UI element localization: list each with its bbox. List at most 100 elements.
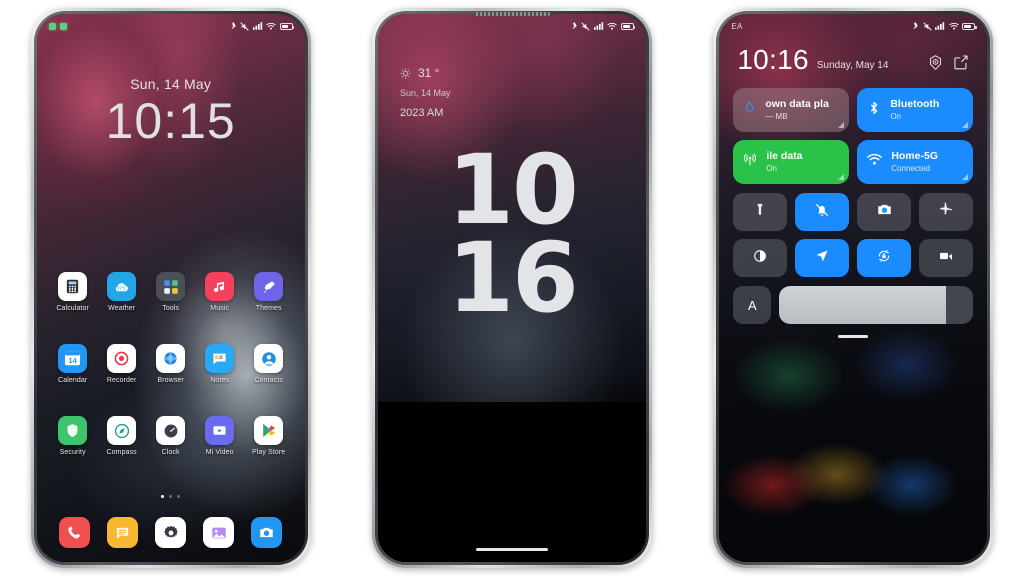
app-contacts[interactable]: Contacts bbox=[247, 344, 291, 384]
battery-icon bbox=[962, 22, 977, 30]
dark-mode-icon bbox=[752, 248, 768, 269]
quick-toggle-grid bbox=[733, 193, 974, 277]
phone-icon[interactable] bbox=[59, 517, 91, 548]
toggle-screen-record[interactable] bbox=[919, 239, 974, 277]
app-play-store[interactable]: Play Store bbox=[247, 416, 291, 456]
cell-tower-icon bbox=[742, 152, 758, 173]
calculator-icon[interactable] bbox=[58, 272, 88, 301]
control-center-header: 10:16 Sunday, May 14 bbox=[733, 38, 973, 74]
page-indicator[interactable] bbox=[37, 495, 305, 498]
toggle-rotation-lock[interactable] bbox=[857, 239, 912, 277]
tile-title: Home-5G bbox=[891, 150, 938, 163]
app-browser[interactable]: Browser bbox=[149, 344, 193, 384]
gear-icon[interactable] bbox=[927, 54, 944, 71]
app-label: Contacts bbox=[254, 377, 283, 384]
app-security[interactable]: Security bbox=[51, 416, 95, 456]
toggle-camera[interactable] bbox=[857, 193, 912, 231]
toggle-dark-mode[interactable] bbox=[733, 239, 788, 277]
tile-home-5g[interactable]: Home-5G Connected bbox=[857, 140, 974, 184]
app-label: Play Store bbox=[252, 449, 286, 456]
app-label: Compass bbox=[106, 449, 137, 456]
tile-expand-corner[interactable] bbox=[962, 122, 969, 128]
tools-folder-icon[interactable] bbox=[156, 272, 186, 301]
message-icon[interactable] bbox=[107, 517, 139, 548]
gallery-icon[interactable] bbox=[203, 517, 235, 548]
weather-icon[interactable]: 31℃ bbox=[107, 272, 137, 301]
themes-icon[interactable] bbox=[254, 272, 284, 301]
edit-icon[interactable] bbox=[952, 54, 969, 71]
clock-icon[interactable] bbox=[156, 416, 186, 445]
brightness-slider[interactable] bbox=[779, 286, 974, 324]
svg-text:14: 14 bbox=[68, 356, 77, 365]
app-phone[interactable] bbox=[53, 517, 97, 548]
tile-subtitle: Connected bbox=[891, 163, 931, 173]
wifi-icon bbox=[607, 22, 618, 30]
bluetooth-icon bbox=[913, 22, 919, 29]
app-themes[interactable]: Themes bbox=[247, 272, 291, 312]
app-compass[interactable]: Compass bbox=[100, 416, 144, 456]
tile-expand-corner[interactable] bbox=[838, 122, 845, 128]
camera-icon[interactable] bbox=[251, 517, 283, 548]
toggle-flashlight[interactable] bbox=[733, 193, 788, 231]
app-label: Music bbox=[210, 305, 230, 312]
recorder-icon[interactable] bbox=[107, 344, 137, 373]
app-tools[interactable]: Tools bbox=[149, 272, 193, 312]
app-recorder[interactable]: Recorder bbox=[100, 344, 144, 384]
app-mi-video[interactable]: Mi Video bbox=[198, 416, 242, 456]
signal-icon bbox=[935, 22, 945, 30]
shield-icon[interactable] bbox=[58, 416, 88, 445]
app-calendar[interactable]: 14 Calendar bbox=[51, 344, 95, 384]
rotation-lock-icon bbox=[876, 248, 892, 269]
tile-own-data-pla[interactable]: own data pla — MB bbox=[733, 88, 850, 132]
sun-icon bbox=[400, 67, 411, 79]
app-label: Tools bbox=[162, 305, 180, 312]
app-label: Mi Video bbox=[205, 449, 234, 456]
calendar-icon[interactable]: 14 bbox=[58, 344, 88, 373]
tile-expand-corner[interactable] bbox=[838, 174, 845, 180]
gear-icon[interactable] bbox=[155, 517, 187, 548]
phone3-screen[interactable]: EA 10:16 Sunday, May 14 own data pla — M… bbox=[719, 14, 988, 562]
app-grid-row-3: Security Compass Clock Mi Video Play Sto… bbox=[37, 416, 305, 456]
phone1-screen[interactable]: Sun, 14 May 10:15 Calculator 31℃ Weather… bbox=[36, 14, 305, 562]
auto-brightness-button[interactable]: A bbox=[733, 286, 772, 324]
phone-home-screen: Sun, 14 May 10:15 Calculator 31℃ Weather… bbox=[30, 8, 311, 568]
home-indicator[interactable] bbox=[475, 547, 548, 551]
bluetooth-icon bbox=[572, 22, 577, 29]
page-dot[interactable] bbox=[161, 495, 165, 498]
airplane-icon bbox=[938, 202, 954, 223]
phone2-screen[interactable]: 31 ° Sun, 14 May 2023 AM 10 16 bbox=[377, 14, 646, 562]
app-messages[interactable] bbox=[101, 517, 145, 548]
app-camera[interactable] bbox=[245, 517, 289, 548]
notes-icon[interactable] bbox=[205, 344, 235, 373]
page-dot[interactable] bbox=[177, 495, 181, 498]
phone2-weather-widget[interactable]: 31 ° Sun, 14 May 2023 AM bbox=[400, 66, 451, 119]
app-clock[interactable]: Clock bbox=[149, 416, 193, 456]
app-calculator[interactable]: Calculator bbox=[51, 272, 95, 312]
toggle-location-arrow[interactable] bbox=[795, 239, 850, 277]
phone2-date: Sun, 14 May bbox=[399, 88, 451, 98]
app-gallery[interactable] bbox=[197, 517, 241, 548]
screen-record-icon bbox=[938, 248, 954, 269]
green-square-indicator-2 bbox=[59, 22, 67, 30]
tile-expand-corner[interactable] bbox=[962, 174, 969, 180]
video-play-icon[interactable] bbox=[205, 416, 235, 445]
toggle-silent-bell[interactable] bbox=[795, 193, 850, 231]
app-weather[interactable]: 31℃ Weather bbox=[100, 272, 144, 312]
page-dot[interactable] bbox=[169, 495, 173, 498]
app-label: Themes bbox=[255, 305, 282, 312]
tile-bluetooth[interactable]: Bluetooth On bbox=[857, 88, 974, 132]
play-store-icon[interactable] bbox=[254, 416, 284, 445]
app-music[interactable]: Music bbox=[198, 272, 242, 312]
toggle-airplane[interactable] bbox=[919, 193, 974, 231]
compass-icon[interactable] bbox=[107, 416, 137, 445]
tile-ile-data[interactable]: ile data On bbox=[733, 140, 850, 184]
browser-icon[interactable] bbox=[156, 344, 186, 373]
tile-title: own data pla bbox=[765, 98, 829, 111]
app-grid-row-1: Calculator 31℃ Weather Tools Music Theme… bbox=[37, 272, 305, 312]
app-settings[interactable] bbox=[149, 517, 193, 548]
drag-handle[interactable] bbox=[838, 335, 869, 338]
phone1-lockinfo: Sun, 14 May 10:15 bbox=[37, 76, 305, 149]
contacts-icon[interactable] bbox=[254, 344, 284, 373]
app-notes[interactable]: Notes bbox=[198, 344, 242, 384]
music-icon[interactable] bbox=[205, 272, 235, 301]
